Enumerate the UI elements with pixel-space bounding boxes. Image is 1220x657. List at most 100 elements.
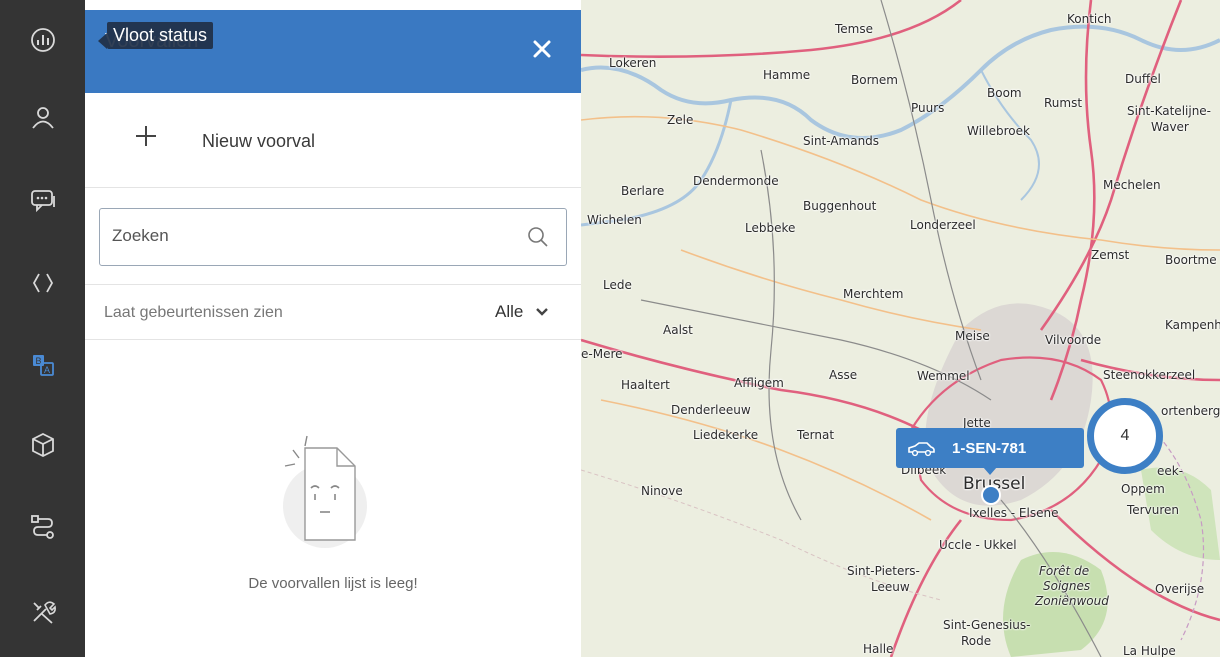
map-label-liedekerke: Liedekerke xyxy=(693,428,759,442)
map-label-soignes: Soignes xyxy=(1043,579,1091,593)
map-label-sint-amands: Sint-Amands xyxy=(803,134,880,148)
map-label-puurs: Puurs xyxy=(911,101,945,115)
map-label-wichelen: Wichelen xyxy=(587,213,642,227)
map-label-lokeren: Lokeren xyxy=(609,56,657,70)
events-filter-row: Laat gebeurtenissen zien Alle xyxy=(85,285,581,340)
map-label-leeuw: Leeuw xyxy=(871,580,910,594)
map-label-rumst: Rumst xyxy=(1044,96,1083,110)
map-label-buggenhout: Buggenhout xyxy=(803,199,877,213)
map-label-kampenho: Kampenho xyxy=(1165,318,1220,332)
new-incident-button[interactable]: Nieuw voorval xyxy=(85,93,581,188)
panel-header: Voorvallen Vloot status xyxy=(85,10,581,93)
chevron-down-icon xyxy=(536,308,549,316)
sidebar-item-messages[interactable] xyxy=(0,160,85,240)
vehicle-marker-pointer xyxy=(983,467,997,475)
sidebar-item-sync[interactable] xyxy=(0,243,85,323)
map-label-haaltert: Haaltert xyxy=(621,378,670,392)
map-label-eek: eek- xyxy=(1157,464,1184,478)
map-label-denderleeuw: Denderleeuw xyxy=(671,403,751,417)
incidents-panel: Voorvallen Vloot status Nieuw voorval La… xyxy=(85,10,581,657)
map-label-tervuren: Tervuren xyxy=(1127,503,1179,517)
translate-icon: BA xyxy=(32,355,54,376)
cluster-count: 4 xyxy=(1120,427,1130,444)
map-label-wemmel: Wemmel xyxy=(917,369,970,383)
map-label-ninove: Ninove xyxy=(641,484,683,498)
map-label-uccle: Uccle - Ukkel xyxy=(939,538,1017,552)
vehicle-location-dot[interactable] xyxy=(981,485,1001,505)
search-icon[interactable] xyxy=(526,225,550,249)
map-label-la-hulpe: La Hulpe xyxy=(1123,644,1176,657)
map-label-meise: Meise xyxy=(955,329,990,343)
tooltip-arrow xyxy=(98,33,107,49)
map-label-mechelen: Mechelen xyxy=(1103,178,1161,192)
route-icon xyxy=(30,515,54,539)
plus-icon xyxy=(136,126,156,146)
sidebar-item-tools[interactable] xyxy=(0,572,85,652)
map-label-sint-genesius: Sint-Genesius- xyxy=(943,618,1031,632)
map-label-boom: Boom xyxy=(987,86,1022,100)
search-box xyxy=(99,208,567,266)
map-label-ortenberg: ortenberg xyxy=(1161,404,1220,418)
map-label-zemst: Zemst xyxy=(1091,248,1130,262)
map-label-zonienwoud: Zoniënwoud xyxy=(1035,594,1109,608)
map-label-overijse: Overijse xyxy=(1155,582,1205,596)
map-label-steenokkerzeel: Steenokkerzeel xyxy=(1103,368,1196,382)
map-label-rode: Rode xyxy=(961,634,992,648)
icon-sidebar: BA xyxy=(0,0,85,657)
map-label-ternat: Ternat xyxy=(797,428,835,442)
new-incident-label: Nieuw voorval xyxy=(202,131,316,151)
map-label-e-mere: e-Mere xyxy=(581,347,623,361)
svg-text:A: A xyxy=(43,365,49,375)
map-view[interactable]: Temse Kontich Lokeren Hamme Bornem Boom … xyxy=(581,0,1220,657)
map-label-vilvoorde: Vilvoorde xyxy=(1045,333,1102,347)
car-icon xyxy=(908,442,935,457)
map-label-berlare: Berlare xyxy=(621,184,665,198)
filter-dropdown[interactable]: Alle xyxy=(495,299,549,325)
dashboard-icon xyxy=(30,28,55,52)
map-label-ixelles: Ixelles - Elsene xyxy=(969,506,1059,520)
map-label-affligem: Affligem xyxy=(734,376,784,390)
map-label-halle: Halle xyxy=(863,642,894,656)
map-label-lebbeke: Lebbeke xyxy=(745,221,796,235)
tooltip: Vloot status xyxy=(107,22,214,49)
map-label-londerzeel: Londerzeel xyxy=(910,218,976,232)
close-icon xyxy=(533,40,551,58)
box-icon xyxy=(31,432,54,458)
map-label-waver: Waver xyxy=(1151,120,1189,134)
tools-icon xyxy=(32,601,56,624)
filter-label: Laat gebeurtenissen zien xyxy=(104,304,283,321)
search-input[interactable] xyxy=(112,209,512,263)
map-label-boortme: Boortme xyxy=(1165,253,1217,267)
chat-icon xyxy=(30,190,55,213)
map-label-willebroek: Willebroek xyxy=(967,124,1030,138)
cluster-marker[interactable]: 4 xyxy=(1087,398,1163,474)
map-label-dendermonde: Dendermonde xyxy=(693,174,779,188)
map-label-aalst: Aalst xyxy=(663,323,693,337)
map-label-sint-pieters: Sint-Pieters- xyxy=(847,564,920,578)
filter-value: Alle xyxy=(495,302,524,321)
map-label-temse: Temse xyxy=(835,22,873,36)
map-label-bornem: Bornem xyxy=(851,73,898,87)
map-label-asse: Asse xyxy=(829,368,858,382)
map-label-duffel: Duffel xyxy=(1125,72,1161,86)
close-button[interactable] xyxy=(525,32,559,66)
sidebar-item-dashboard[interactable] xyxy=(0,0,85,80)
sidebar-item-packages[interactable] xyxy=(0,405,85,485)
empty-document-illustration xyxy=(283,435,367,548)
user-icon xyxy=(31,107,54,129)
map-label-foret-de: Forêt de xyxy=(1039,564,1090,578)
sidebar-item-translate[interactable]: BA xyxy=(0,325,85,405)
map-label-merchtem: Merchtem xyxy=(843,287,904,301)
map-label-oppem: Oppem xyxy=(1121,482,1165,496)
empty-message: De voorvallen lijst is leeg! xyxy=(248,575,418,592)
map-label-lede: Lede xyxy=(603,278,632,292)
vehicle-marker-label[interactable]: 1-SEN-781 xyxy=(896,428,1084,468)
map-label-sint-katelijne: Sint-Katelijne- xyxy=(1127,104,1212,118)
sync-icon xyxy=(32,273,53,293)
vehicle-plate: 1-SEN-781 xyxy=(952,439,1027,457)
sidebar-item-routes[interactable] xyxy=(0,487,85,567)
map-label-zele: Zele xyxy=(667,113,694,127)
map-label-hamme: Hamme xyxy=(763,68,811,82)
map-label-kontich: Kontich xyxy=(1067,12,1112,26)
sidebar-item-users[interactable] xyxy=(0,78,85,158)
